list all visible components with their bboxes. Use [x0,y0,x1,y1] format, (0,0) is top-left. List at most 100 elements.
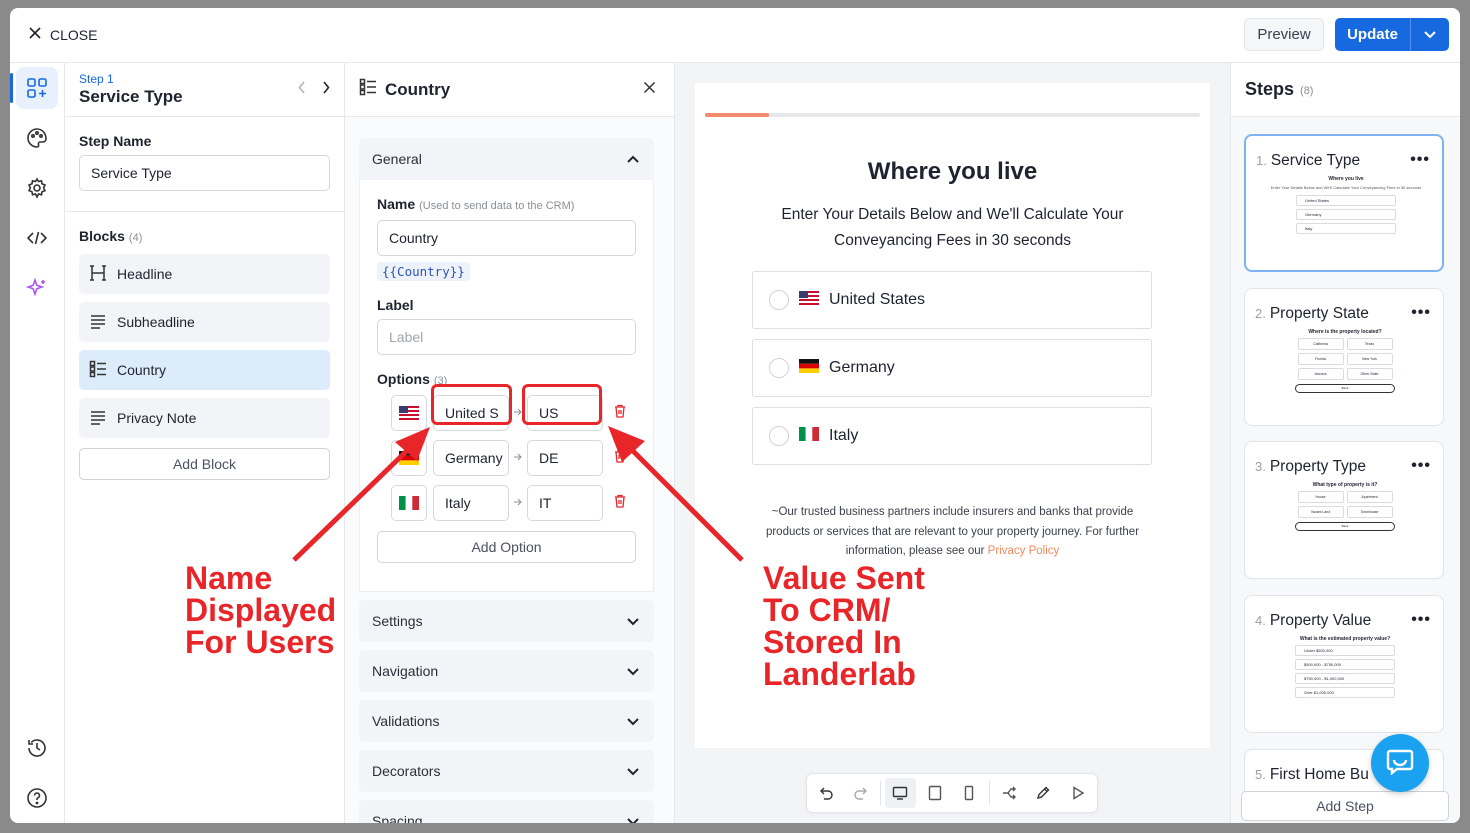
chevron-down-icon[interactable] [1411,30,1449,39]
name-input[interactable]: Country [377,220,636,256]
more-icon[interactable]: ••• [1411,457,1431,475]
block-label: Headline [117,266,173,282]
play-icon[interactable] [1063,778,1094,808]
more-icon[interactable]: ••• [1410,151,1430,169]
step-card-number: 4. [1255,613,1266,628]
privacy-policy-link[interactable]: Privacy Policy [988,545,1060,557]
code-icon[interactable] [16,217,58,259]
mini-title: Where is the property located? [1308,329,1382,335]
more-icon[interactable]: ••• [1411,304,1431,322]
block-item-headline[interactable]: Headline [79,254,330,294]
privacy-note-text: ~Our trusted business partners include i… [765,506,1140,557]
mini-back: Back [1295,384,1395,393]
radio[interactable] [769,426,789,446]
navigation-section[interactable]: Navigation [359,650,654,692]
block-item-privacy-note[interactable]: Privacy Note [79,398,330,438]
tablet-icon[interactable] [920,778,951,808]
radio[interactable] [769,358,789,378]
toolbar-divider [988,781,990,805]
mini-title: Where you live [1328,176,1364,182]
trash-icon[interactable] [614,449,626,468]
mini-cell: Apartment [1346,491,1393,503]
close-button[interactable]: CLOSE [28,26,97,43]
trash-icon[interactable] [614,494,626,513]
progress-fill [705,113,770,117]
step-name-input[interactable]: Service Type [79,155,330,191]
help-icon[interactable] [16,777,58,819]
mini-cell: Texas [1346,338,1393,350]
blocks-icon[interactable] [10,67,58,109]
annotation-line: Value Sent [763,560,925,596]
choice-germany[interactable]: Germany [752,339,1152,397]
list-icon [89,360,107,381]
option-row: Italy IT [391,485,636,521]
step-card[interactable]: 1. Service Type ••• Where you live Enter … [1244,134,1444,272]
flag-us-icon[interactable] [391,395,427,431]
step-card-title: First Home Bu [1269,766,1369,783]
choice-united-states[interactable]: United States [752,271,1152,329]
preview-button[interactable]: Preview [1244,18,1324,51]
radio[interactable] [769,290,789,310]
spacing-section[interactable]: Spacing [359,800,654,823]
choice-label: Germany [829,359,895,376]
step-card-number: 2. [1255,306,1266,321]
step-card[interactable]: 3. Property Type ••• What type of propert… [1244,441,1444,579]
mini-cell: New York [1346,353,1393,365]
block-label: Privacy Note [117,410,197,426]
general-label: General [372,151,422,167]
choice-italy[interactable]: Italy [752,407,1152,465]
mini-row: Over $1,000,000 [1295,687,1395,698]
chevron-right-icon[interactable] [322,81,330,99]
mini-cell: Townhouse [1346,506,1393,518]
section-label: Validations [372,713,440,729]
label-input[interactable]: Label [377,319,636,355]
mini-title: What is the estimated property value? [1299,636,1391,642]
general-header[interactable]: General [359,138,654,180]
flag-de-icon[interactable] [391,440,427,476]
option-name-input[interactable]: Italy [433,485,509,521]
more-icon[interactable]: ••• [1411,611,1431,629]
flag-us-icon [799,290,819,310]
sparkle-icon[interactable] [16,267,58,309]
mini-back: Back [1295,522,1395,531]
desktop-icon[interactable] [884,778,916,808]
settings-section[interactable]: Settings [359,600,654,642]
trash-icon[interactable] [614,404,626,423]
pencil-icon[interactable] [1028,778,1059,808]
gear-icon[interactable] [16,167,58,209]
step-card[interactable]: 4. Property Value ••• What is the estimat… [1244,595,1444,733]
options-label: Options [377,371,430,387]
step-card[interactable]: 2. Property State ••• Where is the proper… [1244,288,1444,426]
close-icon[interactable] [643,81,656,99]
heading-icon [89,264,107,285]
decorators-section[interactable]: Decorators [359,750,654,792]
redo-icon[interactable] [846,778,877,808]
step-title: Service Type [79,87,183,106]
block-item-subheadline[interactable]: Subheadline [79,302,330,342]
annotation-line: Name [185,560,273,596]
undo-icon[interactable] [811,778,842,808]
palette-icon[interactable] [16,117,58,159]
block-item-country[interactable]: Country [79,350,330,390]
logic-icon[interactable] [993,778,1024,808]
chevron-left-icon[interactable] [298,81,306,99]
chat-support-button[interactable] [1371,734,1429,792]
progress-bar [705,113,1200,117]
steps-header: Steps (8) [1231,63,1460,117]
history-icon[interactable] [16,727,58,769]
mobile-icon[interactable] [954,778,985,808]
validations-section[interactable]: Validations [359,700,654,742]
flag-it-icon[interactable] [391,485,427,521]
add-block-button[interactable]: Add Block [79,448,330,480]
close-label: CLOSE [50,26,98,43]
add-step-button[interactable]: Add Step [1241,791,1449,821]
mini-row: Under $500,000 [1295,645,1395,656]
chevron-down-icon [626,713,640,729]
option-name-input[interactable]: Germany [433,440,509,476]
option-value-input[interactable]: DE [527,440,603,476]
mini-row: Germany [1296,209,1396,220]
add-option-button[interactable]: Add Option [377,531,636,563]
update-button[interactable]: Update [1335,18,1449,51]
option-value-input[interactable]: IT [527,485,603,521]
name-hint: (Used to send data to the CRM) [419,200,575,212]
